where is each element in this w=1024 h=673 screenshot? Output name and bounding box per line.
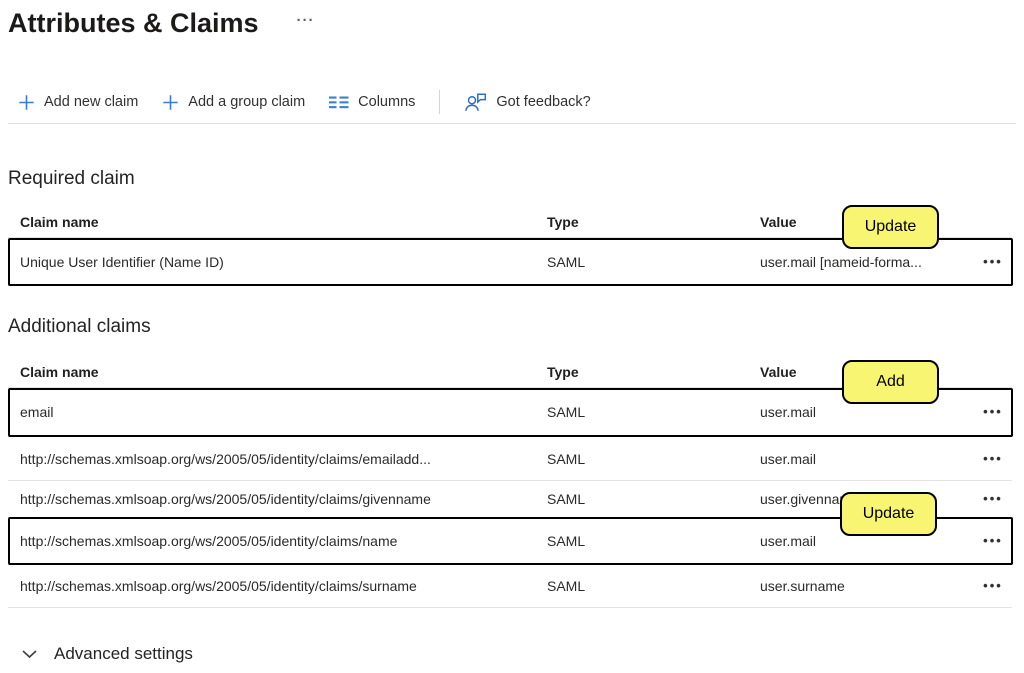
more-icon: ••• xyxy=(983,536,1003,546)
annotation-callout-update-required: Update xyxy=(842,205,939,249)
column-header-type: Type xyxy=(547,214,760,230)
claim-type-cell: SAML xyxy=(547,404,760,420)
table-row[interactable]: http://schemas.xmlsoap.org/ws/2005/05/id… xyxy=(8,437,1012,481)
got-feedback-button[interactable]: Got feedback? xyxy=(464,93,590,112)
toolbar-divider xyxy=(439,90,440,114)
claim-name-cell[interactable]: email xyxy=(20,404,547,420)
add-group-claim-button[interactable]: Add a group claim xyxy=(162,94,305,111)
more-icon: ••• xyxy=(983,257,1003,267)
callout-label: Add xyxy=(876,373,904,391)
claim-type-cell: SAML xyxy=(547,578,760,594)
claim-value-cell: user.mail [nameid-forma... xyxy=(760,254,974,270)
column-header-claim-name: Claim name xyxy=(20,364,547,380)
column-header-claim-name: Claim name xyxy=(20,214,547,230)
table-row[interactable]: http://schemas.xmlsoap.org/ws/2005/05/id… xyxy=(8,565,1012,608)
required-claim-heading: Required claim xyxy=(8,168,135,190)
claim-value-cell: user.surname xyxy=(760,578,974,594)
callout-label: Update xyxy=(863,505,915,523)
columns-label: Columns xyxy=(358,94,415,110)
claim-type-cell: SAML xyxy=(547,254,760,270)
additional-claims-heading: Additional claims xyxy=(8,316,151,338)
toolbar: Add new claim Add a group claim Columns … xyxy=(18,88,591,116)
more-icon: ••• xyxy=(983,494,1003,504)
add-new-claim-label: Add new claim xyxy=(44,94,138,110)
add-new-claim-button[interactable]: Add new claim xyxy=(18,94,138,111)
claim-name-cell[interactable]: http://schemas.xmlsoap.org/ws/2005/05/id… xyxy=(20,451,547,467)
add-group-claim-label: Add a group claim xyxy=(188,94,305,110)
plus-icon xyxy=(18,94,35,111)
title-more-icon[interactable]: ··· xyxy=(297,14,315,28)
claim-type-cell: SAML xyxy=(547,451,760,467)
page-title: Attributes & Claims xyxy=(8,6,259,40)
chevron-down-icon xyxy=(22,644,37,664)
more-icon: ••• xyxy=(983,407,1003,417)
claim-value-cell: user.mail xyxy=(760,451,974,467)
more-icon: ••• xyxy=(983,581,1003,591)
row-menu-button[interactable]: ••• xyxy=(974,494,1012,504)
plus-icon xyxy=(162,94,179,111)
row-menu-button[interactable]: ••• xyxy=(974,536,1012,546)
claim-type-cell: SAML xyxy=(547,491,760,507)
claim-name-cell[interactable]: http://schemas.xmlsoap.org/ws/2005/05/id… xyxy=(20,491,547,507)
claim-type-cell: SAML xyxy=(547,533,760,549)
column-header-type: Type xyxy=(547,364,760,380)
columns-button[interactable]: Columns xyxy=(329,94,415,110)
columns-icon xyxy=(329,96,349,109)
claim-name-cell[interactable]: http://schemas.xmlsoap.org/ws/2005/05/id… xyxy=(20,578,547,594)
advanced-settings-expander[interactable]: Advanced settings xyxy=(22,644,193,664)
toolbar-separator xyxy=(8,123,1016,124)
callout-label: Update xyxy=(865,218,917,236)
more-icon: ••• xyxy=(983,454,1003,464)
claim-value-cell: user.mail xyxy=(760,404,974,420)
claim-name-cell[interactable]: http://schemas.xmlsoap.org/ws/2005/05/id… xyxy=(20,533,547,549)
advanced-settings-label: Advanced settings xyxy=(54,644,193,664)
claim-name-cell[interactable]: Unique User Identifier (Name ID) xyxy=(20,254,547,270)
annotation-callout-update-name: Update xyxy=(840,492,937,536)
row-menu-button[interactable]: ••• xyxy=(974,454,1012,464)
row-menu-button[interactable]: ••• xyxy=(974,257,1012,267)
feedback-icon xyxy=(464,93,487,112)
row-menu-button[interactable]: ••• xyxy=(974,407,1012,417)
annotation-callout-add-email: Add xyxy=(842,360,939,404)
got-feedback-label: Got feedback? xyxy=(496,94,590,110)
page-header: Attributes & Claims ··· xyxy=(8,6,315,40)
row-menu-button[interactable]: ••• xyxy=(974,581,1012,591)
